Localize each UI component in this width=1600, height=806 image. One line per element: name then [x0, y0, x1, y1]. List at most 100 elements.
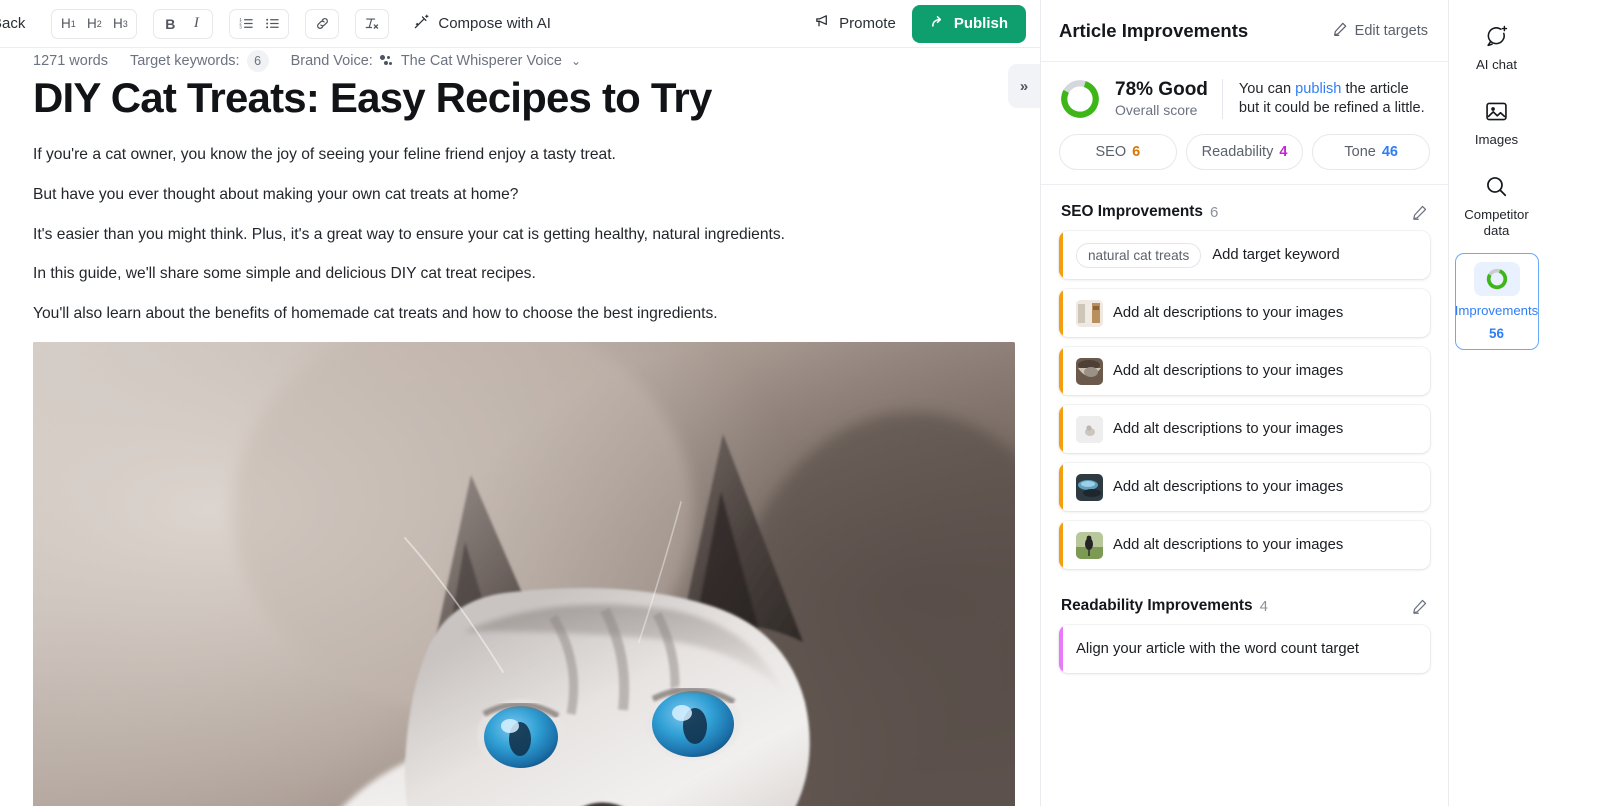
search-icon: [1484, 172, 1509, 200]
compose-with-ai-button[interactable]: Compose with AI: [413, 13, 551, 34]
edit-targets-label: Edit targets: [1354, 22, 1428, 39]
share-arrow-icon: [930, 14, 946, 34]
article-meta-bar: 1271 words Target keywords: 6 Brand Voic…: [33, 48, 1040, 74]
rail-label-improvements: Improvements: [1454, 303, 1539, 319]
heading-2-button[interactable]: H2: [81, 12, 107, 36]
compose-with-ai-label: Compose with AI: [438, 15, 551, 32]
images-icon: [1484, 97, 1509, 125]
improvement-text: Add alt descriptions to your images: [1113, 537, 1344, 553]
magic-wand-icon: [413, 13, 430, 34]
score-text: 78% Good Overall score: [1115, 78, 1223, 120]
image-thumbnail: [1076, 473, 1103, 501]
bullet-list-icon[interactable]: [259, 12, 285, 36]
chip-tone[interactable]: Tone 46: [1312, 134, 1431, 170]
section-header-seo: SEO Improvements 6: [1059, 185, 1430, 231]
rail-label-ai-chat: AI chat: [1475, 57, 1518, 72]
improvement-text: Add target keyword: [1212, 247, 1340, 263]
improvement-card[interactable]: Add alt descriptions to your images: [1059, 521, 1430, 569]
panel-title: Article Improvements: [1059, 19, 1249, 41]
editor-toolbar: Back H1 H2 H3 B I 1 2 3: [0, 0, 1040, 48]
promote-label: Promote: [839, 15, 896, 32]
promote-button[interactable]: Promote: [814, 13, 896, 34]
link-group: [305, 8, 340, 39]
brand-voice-selector[interactable]: Brand Voice: The Cat Whisperer Voice ⌄: [291, 53, 581, 69]
image-thumbnail: [1076, 531, 1103, 559]
right-rail: AI chat Images Competitor data Improveme…: [1448, 0, 1544, 806]
ai-chat-icon: [1484, 22, 1509, 50]
improvement-text: Add alt descriptions to your images: [1113, 421, 1344, 437]
target-keywords[interactable]: Target keywords: 6: [130, 50, 269, 72]
improvement-card[interactable]: Align your article with the word count t…: [1059, 625, 1430, 673]
publish-label: Publish: [953, 15, 1008, 32]
pencil-icon: [1332, 21, 1348, 41]
section-header-readability: Readability Improvements 4: [1059, 579, 1430, 625]
clear-formatting-icon[interactable]: [359, 12, 385, 36]
score-chips: SEO 6 Readability 4 Tone 46: [1059, 134, 1431, 170]
improvements-count: 56: [1489, 326, 1504, 342]
word-count: 1271 words: [33, 53, 108, 69]
article-paragraph[interactable]: It's easier than you might think. Plus, …: [33, 224, 1018, 247]
cat-photo-illustration: [33, 342, 1015, 806]
improvement-card[interactable]: Add alt descriptions to your images: [1059, 405, 1430, 453]
section-title-seo: SEO Improvements: [1061, 203, 1203, 220]
ordered-list-icon[interactable]: 1 2 3: [233, 12, 259, 36]
keyword-chip: natural cat treats: [1076, 242, 1202, 268]
collapse-panel-button[interactable]: »: [1008, 64, 1040, 108]
publish-button[interactable]: Publish: [911, 4, 1026, 43]
italic-button[interactable]: I: [183, 12, 209, 36]
rail-label-competitor-data: Competitor data: [1464, 207, 1529, 239]
article-title[interactable]: DIY Cat Treats: Easy Recipes to Try: [33, 74, 1018, 122]
chip-seo-value: 6: [1132, 144, 1141, 160]
article-body[interactable]: DIY Cat Treats: Easy Recipes to Try If y…: [33, 74, 1018, 806]
text-style-group: B I: [153, 8, 214, 39]
cat-eye-left: [477, 699, 565, 772]
rail-item-competitor-data[interactable]: Competitor data: [1455, 162, 1539, 249]
chip-readability-value: 4: [1279, 144, 1288, 160]
article-hero-image[interactable]: [33, 342, 1015, 806]
panel-header: Article Improvements Edit targets: [1041, 0, 1448, 62]
score-message-before: You can: [1238, 80, 1296, 97]
image-thumbnail: [1076, 415, 1103, 443]
heading-button-group: H1 H2 H3: [51, 8, 138, 39]
edit-seo-targets-icon[interactable]: [1411, 204, 1428, 221]
improvement-text: Align your article with the word count t…: [1076, 641, 1359, 657]
rail-label-images: Images: [1474, 132, 1519, 148]
publish-link[interactable]: publish: [1295, 81, 1341, 97]
rail-item-ai-chat[interactable]: AI chat: [1455, 12, 1539, 83]
heading-1-button[interactable]: H1: [55, 12, 81, 36]
rail-item-improvements[interactable]: Improvements 56: [1454, 253, 1539, 351]
improvement-card[interactable]: Add alt descriptions to your images: [1059, 463, 1430, 511]
brand-voice-value: The Cat Whisperer Voice: [400, 53, 562, 69]
improvement-card[interactable]: Add alt descriptions to your images: [1059, 347, 1430, 395]
score-ring-icon: [1486, 269, 1507, 290]
chip-readability[interactable]: Readability 4: [1185, 134, 1304, 170]
overall-score-value: 78% Good: [1115, 78, 1208, 100]
article-paragraph[interactable]: But have you ever thought about making y…: [33, 184, 1018, 207]
edit-targets-button[interactable]: Edit targets: [1332, 21, 1428, 41]
article-paragraph[interactable]: You'll also learn about the benefits of …: [33, 303, 1018, 326]
improvement-text: Add alt descriptions to your images: [1113, 305, 1344, 321]
improvement-text: Add alt descriptions to your images: [1113, 363, 1344, 379]
improvement-card[interactable]: natural cat treats Add target keyword: [1059, 231, 1430, 279]
image-thumbnail: [1076, 299, 1103, 327]
heading-3-button[interactable]: H3: [107, 12, 133, 36]
section-title-readability: Readability Improvements: [1061, 597, 1253, 614]
improvements-list[interactable]: SEO Improvements 6 natural cat treats Ad…: [1041, 185, 1448, 806]
back-button[interactable]: Back: [0, 9, 35, 38]
cat-eye-right: [645, 684, 741, 761]
overall-score-ring: [1061, 80, 1099, 118]
link-icon[interactable]: [309, 12, 335, 36]
chip-seo[interactable]: SEO 6: [1059, 134, 1177, 170]
edit-readability-targets-icon[interactable]: [1411, 598, 1428, 615]
section-count-seo: 6: [1209, 203, 1219, 221]
improvement-card[interactable]: Add alt descriptions to your images: [1059, 289, 1430, 337]
article-paragraph[interactable]: If you're a cat owner, you know the joy …: [33, 144, 1018, 167]
chevron-down-icon: ⌄: [571, 54, 582, 68]
rail-item-images[interactable]: Images: [1455, 87, 1539, 158]
list-group: 1 2 3: [229, 8, 290, 39]
bold-button[interactable]: B: [157, 12, 183, 36]
overall-score-block: 78% Good Overall score You can publish t…: [1041, 62, 1448, 185]
score-message: You can publish the article but it could…: [1237, 80, 1430, 119]
article-paragraph[interactable]: In this guide, we'll share some simple a…: [33, 263, 1018, 286]
overall-score-label: Overall score: [1115, 101, 1198, 118]
